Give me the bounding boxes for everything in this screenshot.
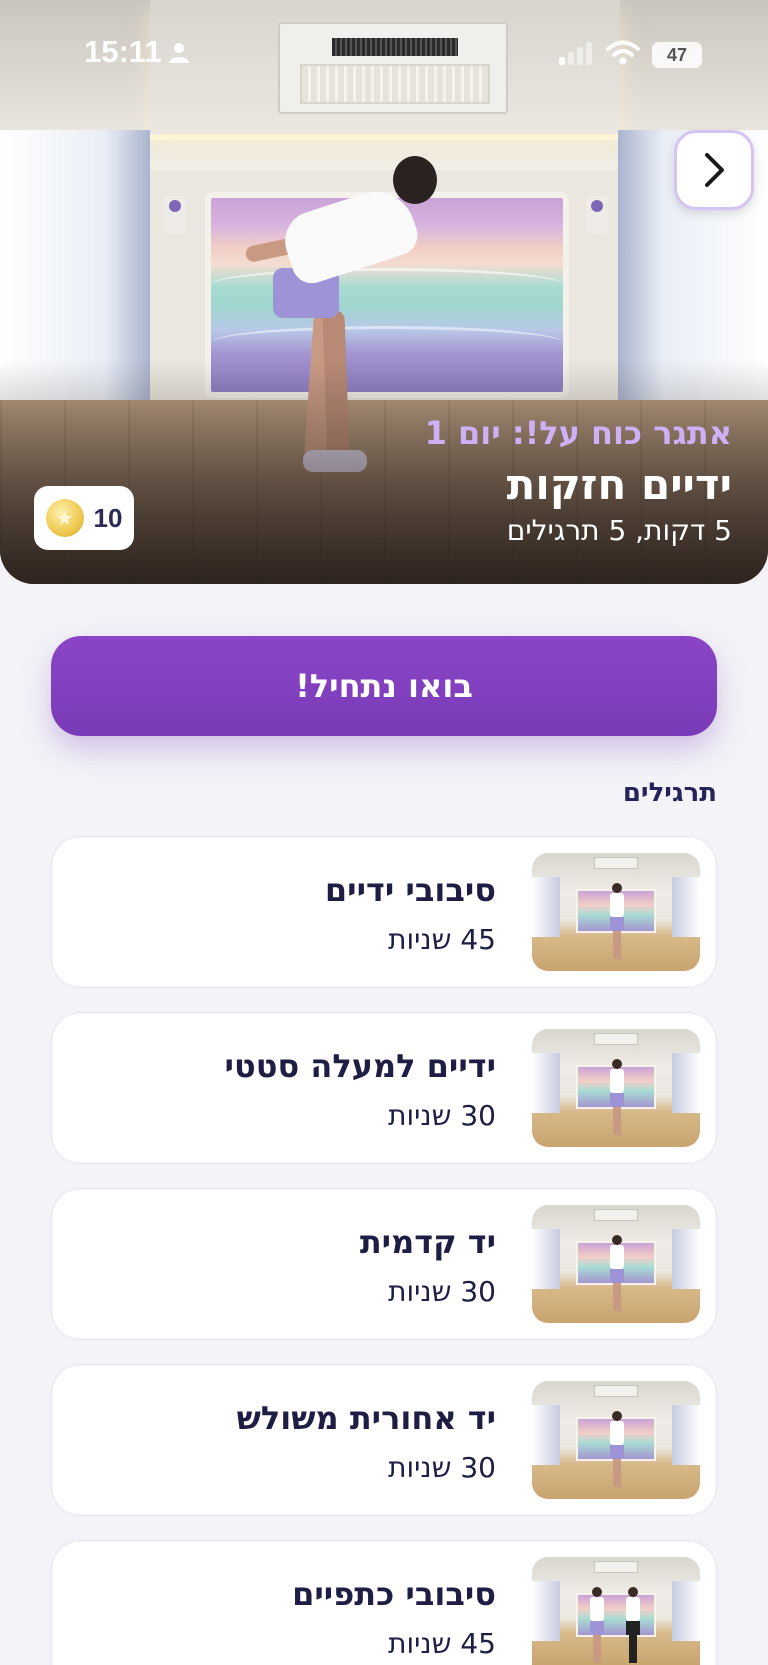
workout-meta: 5 דקות, 5 תרגילים bbox=[506, 514, 732, 547]
start-button[interactable]: בואו נתחיל! bbox=[51, 636, 717, 736]
exercise-name: יד אחורית משולש bbox=[236, 1399, 496, 1437]
wifi-icon bbox=[606, 40, 640, 70]
status-time: 15:11 bbox=[84, 34, 162, 69]
exercise-thumbnail bbox=[532, 1381, 700, 1499]
exercise-thumbnail bbox=[532, 853, 700, 971]
challenge-title: אתגר כוח על!: יום 1 bbox=[424, 414, 732, 452]
exercise-card[interactable]: ידיים למעלה סטטי 30 שניות bbox=[51, 1012, 717, 1164]
exercise-thumbnail bbox=[532, 1557, 700, 1665]
exercise-duration: 30 שניות bbox=[388, 1451, 496, 1484]
exercise-card[interactable]: יד אחורית משולש 30 שניות bbox=[51, 1364, 717, 1516]
next-button[interactable] bbox=[674, 130, 754, 210]
exercise-name: סיבובי ידיים bbox=[324, 871, 496, 909]
chevron-right-icon bbox=[705, 153, 724, 187]
exercise-card[interactable]: סיבובי ידיים 45 שניות bbox=[51, 836, 717, 988]
speaker-left bbox=[164, 196, 186, 234]
signal-icon bbox=[558, 41, 594, 69]
coins-badge: ★ 10 bbox=[34, 486, 134, 550]
status-icons: 47 bbox=[558, 40, 702, 70]
person-icon bbox=[168, 42, 190, 68]
hero-image-ac-unit bbox=[278, 22, 508, 114]
exercise-duration: 30 שניות bbox=[388, 1275, 496, 1308]
exercise-name: ידיים למעלה סטטי bbox=[224, 1047, 496, 1085]
exercise-thumbnail bbox=[532, 1029, 700, 1147]
exercise-duration: 45 שניות bbox=[388, 923, 496, 956]
exercise-card[interactable]: יד קדמית 30 שניות bbox=[51, 1188, 717, 1340]
speaker-right bbox=[586, 196, 608, 234]
coin-icon: ★ bbox=[45, 499, 84, 537]
exercise-duration: 30 שניות bbox=[388, 1099, 496, 1132]
exercise-name: יד קדמית bbox=[359, 1223, 496, 1261]
workout-title: ידיים חזקות bbox=[506, 460, 732, 509]
exercise-thumbnail bbox=[532, 1205, 700, 1323]
exercise-duration: 45 שניות bbox=[388, 1627, 496, 1660]
exercise-card[interactable]: סיבובי כתפיים 45 שניות bbox=[51, 1540, 717, 1665]
battery-icon: 47 bbox=[652, 42, 702, 68]
coin-count: 10 bbox=[93, 502, 123, 533]
exercises-section-title: תרגילים bbox=[622, 778, 717, 808]
exercise-name: סיבובי כתפיים bbox=[292, 1575, 496, 1613]
